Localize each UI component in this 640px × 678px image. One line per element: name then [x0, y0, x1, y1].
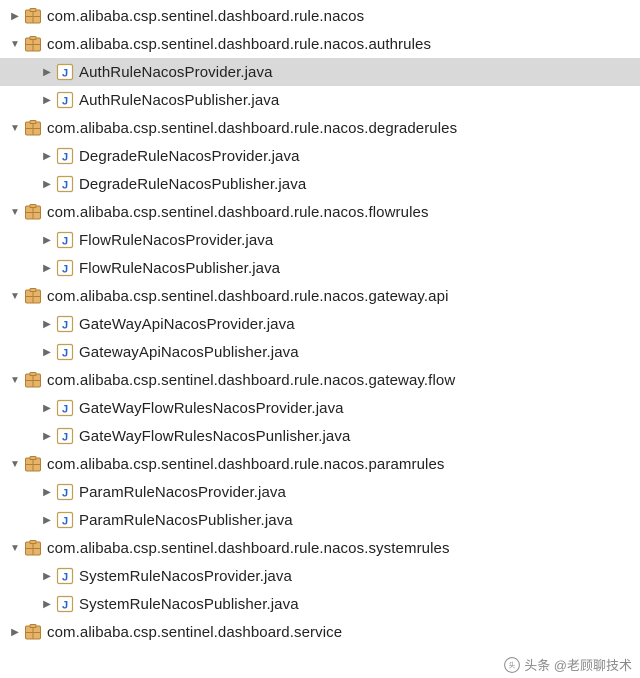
package-node[interactable]: ▶ com.alibaba.csp.sentinel.dashboard.rule…: [0, 2, 640, 30]
chevron-right-icon[interactable]: ▶: [40, 515, 54, 526]
java-file-icon: [56, 231, 74, 249]
package-label: com.alibaba.csp.sentinel.dashboard.rule.…: [47, 36, 431, 53]
package-label: com.alibaba.csp.sentinel.dashboard.rule.…: [47, 372, 455, 389]
chevron-right-icon[interactable]: ▶: [40, 571, 54, 582]
file-node[interactable]: ▶ ParamRuleNacosPublisher.java: [0, 506, 640, 534]
file-label: GateWayApiNacosProvider.java: [79, 316, 295, 333]
java-file-icon: [56, 483, 74, 501]
package-label: com.alibaba.csp.sentinel.dashboard.rule.…: [47, 288, 449, 305]
package-label: com.alibaba.csp.sentinel.dashboard.rule.…: [47, 8, 364, 25]
package-node[interactable]: ▶ com.alibaba.csp.sentinel.dashboard.serv…: [0, 618, 640, 646]
chevron-right-icon[interactable]: ▶: [40, 235, 54, 246]
toutiao-icon: 头: [504, 657, 520, 673]
file-node[interactable]: ▶ ParamRuleNacosProvider.java: [0, 478, 640, 506]
package-node[interactable]: ▼ com.alibaba.csp.sentinel.dashboard.rule…: [0, 366, 640, 394]
file-label: AuthRuleNacosProvider.java: [79, 64, 273, 81]
package-icon: [24, 35, 42, 53]
package-icon: [24, 7, 42, 25]
package-node[interactable]: ▼ com.alibaba.csp.sentinel.dashboard.rule…: [0, 450, 640, 478]
java-file-icon: [56, 175, 74, 193]
chevron-down-icon[interactable]: ▼: [8, 291, 22, 302]
file-node[interactable]: ▶ FlowRuleNacosProvider.java: [0, 226, 640, 254]
java-file-icon: [56, 91, 74, 109]
file-label: DegradeRuleNacosPublisher.java: [79, 176, 306, 193]
chevron-right-icon[interactable]: ▶: [40, 347, 54, 358]
package-icon: [24, 203, 42, 221]
file-label: GateWayFlowRulesNacosProvider.java: [79, 400, 344, 417]
chevron-down-icon[interactable]: ▼: [8, 543, 22, 554]
file-node[interactable]: ▶ SystemRuleNacosProvider.java: [0, 562, 640, 590]
java-file-icon: [56, 63, 74, 81]
file-node[interactable]: ▶ DegradeRuleNacosPublisher.java: [0, 170, 640, 198]
package-icon: [24, 287, 42, 305]
package-node[interactable]: ▼ com.alibaba.csp.sentinel.dashboard.rule…: [0, 282, 640, 310]
package-icon: [24, 455, 42, 473]
file-label: SystemRuleNacosProvider.java: [79, 568, 292, 585]
file-node[interactable]: ▶ GateWayFlowRulesNacosPunlisher.java: [0, 422, 640, 450]
package-label: com.alibaba.csp.sentinel.dashboard.rule.…: [47, 540, 450, 557]
java-file-icon: [56, 315, 74, 333]
java-file-icon: [56, 343, 74, 361]
file-label: DegradeRuleNacosProvider.java: [79, 148, 300, 165]
package-node[interactable]: ▼ com.alibaba.csp.sentinel.dashboard.rule…: [0, 114, 640, 142]
chevron-right-icon[interactable]: ▶: [40, 263, 54, 274]
chevron-right-icon[interactable]: ▶: [40, 67, 54, 78]
project-tree[interactable]: ▶ com.alibaba.csp.sentinel.dashboard.rule…: [0, 2, 640, 646]
package-icon: [24, 623, 42, 641]
chevron-right-icon[interactable]: ▶: [40, 403, 54, 414]
chevron-right-icon[interactable]: ▶: [40, 179, 54, 190]
java-file-icon: [56, 399, 74, 417]
chevron-right-icon[interactable]: ▶: [40, 487, 54, 498]
file-node[interactable]: ▶ AuthRuleNacosProvider.java: [0, 58, 640, 86]
package-label: com.alibaba.csp.sentinel.dashboard.rule.…: [47, 204, 429, 221]
chevron-right-icon[interactable]: ▶: [40, 599, 54, 610]
chevron-right-icon[interactable]: ▶: [8, 11, 22, 22]
file-label: ParamRuleNacosPublisher.java: [79, 512, 293, 529]
package-icon: [24, 371, 42, 389]
file-label: GatewayApiNacosPublisher.java: [79, 344, 299, 361]
file-label: FlowRuleNacosProvider.java: [79, 232, 273, 249]
file-node[interactable]: ▶ SystemRuleNacosPublisher.java: [0, 590, 640, 618]
file-label: GateWayFlowRulesNacosPunlisher.java: [79, 428, 350, 445]
file-label: AuthRuleNacosPublisher.java: [79, 92, 279, 109]
chevron-down-icon[interactable]: ▼: [8, 123, 22, 134]
package-label: com.alibaba.csp.sentinel.dashboard.servi…: [47, 624, 342, 641]
svg-text:头: 头: [509, 660, 516, 669]
file-node[interactable]: ▶ GateWayFlowRulesNacosProvider.java: [0, 394, 640, 422]
package-icon: [24, 119, 42, 137]
chevron-right-icon[interactable]: ▶: [40, 151, 54, 162]
watermark-text: 头条 @老顾聊技术: [524, 655, 632, 674]
chevron-right-icon[interactable]: ▶: [40, 319, 54, 330]
java-file-icon: [56, 259, 74, 277]
package-label: com.alibaba.csp.sentinel.dashboard.rule.…: [47, 120, 457, 137]
java-file-icon: [56, 511, 74, 529]
file-label: ParamRuleNacosProvider.java: [79, 484, 286, 501]
chevron-down-icon[interactable]: ▼: [8, 375, 22, 386]
file-node[interactable]: ▶ DegradeRuleNacosProvider.java: [0, 142, 640, 170]
file-node[interactable]: ▶ FlowRuleNacosPublisher.java: [0, 254, 640, 282]
chevron-down-icon[interactable]: ▼: [8, 207, 22, 218]
file-node[interactable]: ▶ GatewayApiNacosPublisher.java: [0, 338, 640, 366]
package-icon: [24, 539, 42, 557]
chevron-right-icon[interactable]: ▶: [40, 95, 54, 106]
file-label: SystemRuleNacosPublisher.java: [79, 596, 299, 613]
java-file-icon: [56, 427, 74, 445]
chevron-down-icon[interactable]: ▼: [8, 39, 22, 50]
java-file-icon: [56, 595, 74, 613]
package-label: com.alibaba.csp.sentinel.dashboard.rule.…: [47, 456, 445, 473]
file-label: FlowRuleNacosPublisher.java: [79, 260, 280, 277]
chevron-right-icon[interactable]: ▶: [8, 627, 22, 638]
file-node[interactable]: ▶ GateWayApiNacosProvider.java: [0, 310, 640, 338]
chevron-right-icon[interactable]: ▶: [40, 431, 54, 442]
chevron-down-icon[interactable]: ▼: [8, 459, 22, 470]
package-node[interactable]: ▼ com.alibaba.csp.sentinel.dashboard.rule…: [0, 30, 640, 58]
package-node[interactable]: ▼ com.alibaba.csp.sentinel.dashboard.rule…: [0, 198, 640, 226]
java-file-icon: [56, 147, 74, 165]
package-node[interactable]: ▼ com.alibaba.csp.sentinel.dashboard.rule…: [0, 534, 640, 562]
java-file-icon: [56, 567, 74, 585]
file-node[interactable]: ▶ AuthRuleNacosPublisher.java: [0, 86, 640, 114]
watermark: 头 头条 @老顾聊技术: [502, 655, 634, 674]
